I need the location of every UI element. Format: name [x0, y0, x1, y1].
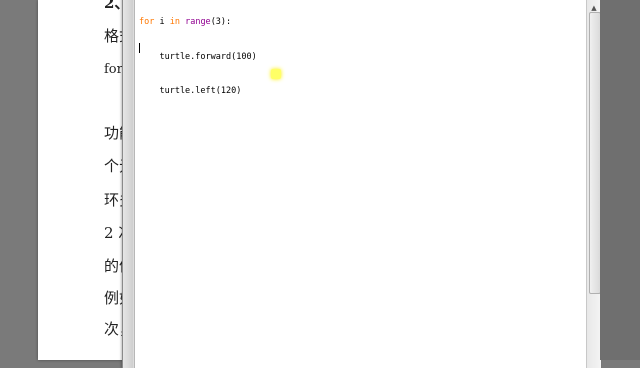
window-frame	[123, 0, 133, 368]
code-token: (3):	[210, 17, 232, 27]
code-lines: for i in range(3): turtle.forward(100) t…	[139, 0, 257, 121]
builtin-token: range	[179, 17, 211, 27]
code-line: for i in range(3):	[139, 17, 257, 29]
vertical-scrollbar[interactable]: ▲	[586, 0, 601, 368]
mouse-pointer-highlight	[271, 69, 281, 79]
code-line: turtle.left(120)	[139, 86, 242, 96]
code-line: turtle.forward(100)	[139, 51, 257, 62]
code-editor[interactable]: for i in range(3): turtle.forward(100) t…	[134, 0, 586, 368]
keyword-token: for	[139, 17, 155, 27]
text-cursor	[139, 43, 140, 53]
keyword-token: in	[169, 17, 180, 27]
code-token: i	[154, 17, 170, 27]
idle-editor-window[interactable]: for i in range(3): turtle.forward(100) t…	[122, 0, 601, 368]
background-gutter	[600, 0, 640, 360]
